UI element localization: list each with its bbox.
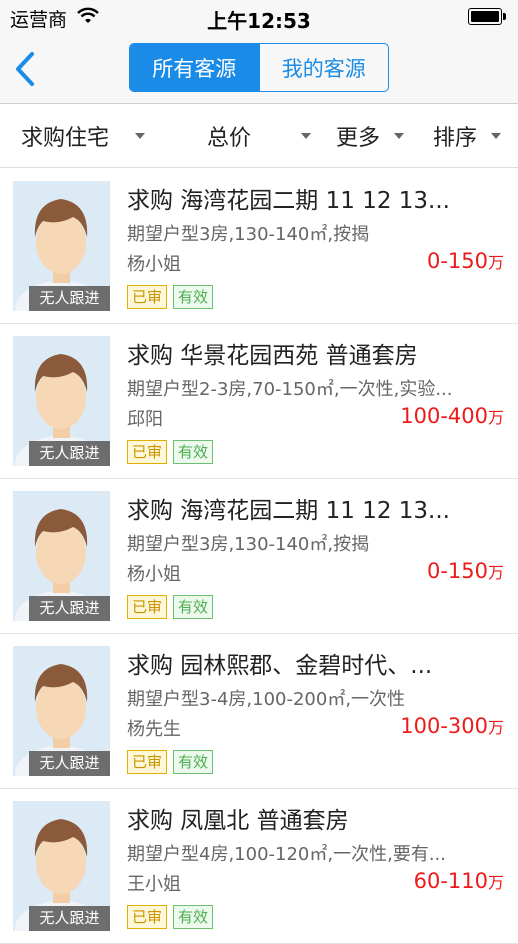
tag-group: 已审 有效 xyxy=(127,285,219,309)
price-value: 100-300 xyxy=(400,714,488,738)
listing-description: 期望户型3-4房,100-200㎡,一次性 xyxy=(127,689,406,710)
tag-group: 已审 有效 xyxy=(127,595,219,619)
no-follow-up-badge: 无人跟进 xyxy=(29,751,110,776)
audited-tag: 已审 xyxy=(127,440,168,464)
filter-property-type[interactable]: 求购住宅 xyxy=(21,104,146,168)
list-item[interactable]: 无人跟进 求购 园林熙郡、金碧时代、... 期望户型3-4房,100-200㎡,… xyxy=(0,634,518,789)
valid-tag: 有效 xyxy=(173,440,214,464)
price-unit: 万 xyxy=(487,408,504,427)
contact-name: 杨小姐 xyxy=(127,254,181,275)
price-range: 60-110万 xyxy=(414,869,504,893)
caret-down-icon xyxy=(491,133,502,139)
caret-down-icon xyxy=(301,133,312,139)
listing-description: 期望户型4房,100-120㎡,一次性,要有... xyxy=(127,844,446,865)
contact-name: 杨先生 xyxy=(127,719,181,740)
no-follow-up-badge: 无人跟进 xyxy=(29,906,110,931)
price-unit: 万 xyxy=(487,873,504,892)
audited-tag: 已审 xyxy=(127,750,168,774)
price-value: 0-150 xyxy=(426,249,488,273)
no-follow-up-badge: 无人跟进 xyxy=(29,596,110,621)
price-unit: 万 xyxy=(487,563,504,582)
audited-tag: 已审 xyxy=(127,905,168,929)
price-unit: 万 xyxy=(487,253,504,272)
filter-bar: 求购住宅 总价 更多 排序 xyxy=(0,104,518,168)
listing-title: 求购 海湾花园二期 11 12 13... xyxy=(127,498,450,524)
filter-label: 求购住宅 xyxy=(21,126,110,151)
price-value: 0-150 xyxy=(426,559,488,583)
avatar: 无人跟进 xyxy=(13,646,110,776)
valid-tag: 有效 xyxy=(173,285,214,309)
filter-more[interactable]: 更多 xyxy=(336,104,405,168)
chevron-left-icon xyxy=(16,52,34,86)
list-item[interactable]: 无人跟进 求购 海湾花园二期 11 12 13... 期望户型3房,130-14… xyxy=(0,169,518,324)
audited-tag: 已审 xyxy=(127,285,168,309)
valid-tag: 有效 xyxy=(173,750,214,774)
no-follow-up-badge: 无人跟进 xyxy=(29,441,110,466)
price-range: 0-150万 xyxy=(427,249,504,273)
listing-description: 期望户型2-3房,70-150㎡,一次性,实验... xyxy=(127,379,453,400)
client-list: 无人跟进 求购 海湾花园二期 11 12 13... 期望户型3房,130-14… xyxy=(0,169,518,944)
contact-name: 杨小姐 xyxy=(127,564,181,585)
listing-description: 期望户型3房,130-140㎡,按揭 xyxy=(127,224,370,245)
listing-title: 求购 华景花园西苑 普通套房 xyxy=(127,343,418,369)
filter-sort[interactable]: 排序 xyxy=(433,104,502,168)
listing-title: 求购 凤凰北 普通套房 xyxy=(127,808,349,834)
price-range: 0-150万 xyxy=(427,559,504,583)
filter-label: 更多 xyxy=(336,126,381,151)
filter-label: 排序 xyxy=(433,126,478,151)
contact-name: 邱阳 xyxy=(127,409,163,430)
caret-down-icon xyxy=(135,133,146,139)
tag-group: 已审 有效 xyxy=(127,750,219,774)
audited-tag: 已审 xyxy=(127,595,168,619)
listing-description: 期望户型3房,130-140㎡,按揭 xyxy=(127,534,370,555)
price-value: 60-110 xyxy=(413,869,488,893)
list-item[interactable]: 无人跟进 求购 凤凰北 普通套房 期望户型4房,100-120㎡,一次性,要有.… xyxy=(0,789,518,944)
listing-title: 求购 海湾花园二期 11 12 13... xyxy=(127,188,450,214)
source-segmented-control: 所有客源 我的客源 xyxy=(129,43,389,92)
filter-label: 总价 xyxy=(207,126,252,151)
clock: 上午12:53 xyxy=(207,9,311,33)
avatar: 无人跟进 xyxy=(13,801,110,931)
status-bar: 运营商 上午12:53 xyxy=(0,0,518,34)
no-follow-up-badge: 无人跟进 xyxy=(29,286,110,311)
contact-name: 王小姐 xyxy=(127,874,181,895)
valid-tag: 有效 xyxy=(173,905,214,929)
price-range: 100-400万 xyxy=(400,404,504,428)
tab-all-clients[interactable]: 所有客源 xyxy=(130,44,259,91)
listing-title: 求购 园林熙郡、金碧时代、... xyxy=(127,653,433,679)
avatar: 无人跟进 xyxy=(13,491,110,621)
valid-tag: 有效 xyxy=(173,595,214,619)
tab-my-clients[interactable]: 我的客源 xyxy=(258,44,389,91)
list-item[interactable]: 无人跟进 求购 华景花园西苑 普通套房 期望户型2-3房,70-150㎡,一次性… xyxy=(0,324,518,479)
top-bar: 运营商 上午12:53 所有客源 我的客源 xyxy=(0,0,518,104)
price-range: 100-300万 xyxy=(400,714,504,738)
caret-down-icon xyxy=(394,133,405,139)
price-unit: 万 xyxy=(487,718,504,737)
price-value: 100-400 xyxy=(400,404,488,428)
tag-group: 已审 有效 xyxy=(127,440,219,464)
back-button[interactable] xyxy=(6,44,46,94)
avatar: 无人跟进 xyxy=(13,181,110,311)
tag-group: 已审 有效 xyxy=(127,905,219,929)
battery-icon xyxy=(468,8,506,25)
filter-total-price[interactable]: 总价 xyxy=(207,104,312,168)
list-item[interactable]: 无人跟进 求购 海湾花园二期 11 12 13... 期望户型3房,130-14… xyxy=(0,479,518,634)
avatar: 无人跟进 xyxy=(13,336,110,466)
